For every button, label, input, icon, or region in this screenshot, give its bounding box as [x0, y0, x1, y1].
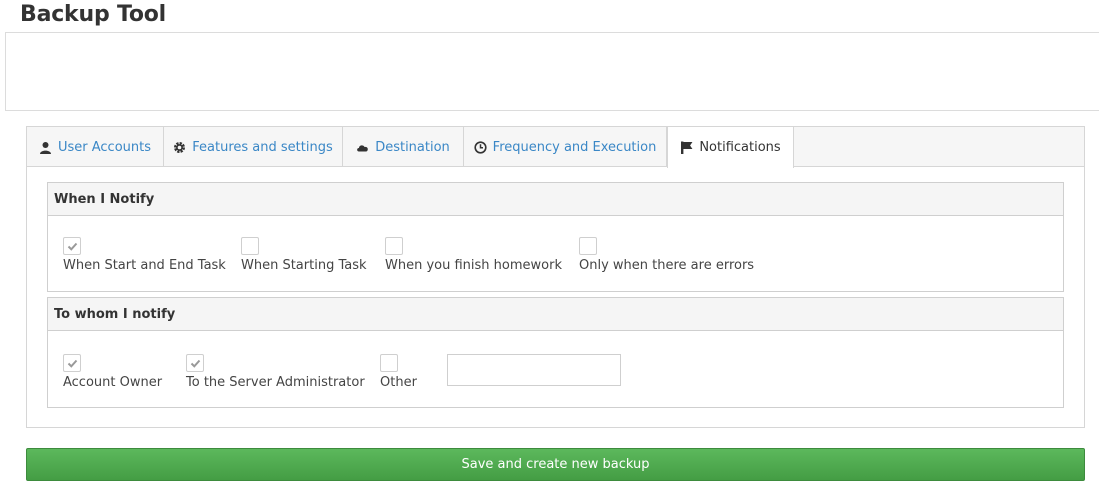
tab-notifications[interactable]: Notifications [667, 127, 794, 168]
tab-label: Features and settings [192, 139, 333, 155]
checkbox-finish-homework[interactable] [385, 237, 403, 255]
checkbox-account-owner[interactable] [63, 354, 81, 372]
option-label: To the Server Administrator [186, 375, 365, 390]
other-recipient-input[interactable] [447, 354, 621, 386]
checkbox-other[interactable] [380, 354, 398, 372]
cloud-icon [356, 141, 369, 154]
section-header: When I Notify [48, 183, 1063, 216]
option-label: Account Owner [63, 375, 163, 390]
tab-label: Notifications [699, 140, 781, 155]
checkbox-starting-task[interactable] [241, 237, 259, 255]
top-panel [5, 32, 1099, 111]
option-label: When Starting Task [241, 258, 367, 273]
tab-features-settings[interactable]: Features and settings [164, 127, 343, 167]
tab-frequency-execution[interactable]: Frequency and Execution [464, 127, 667, 167]
option-label: Other [380, 375, 417, 390]
tabs-container: User Accounts Features and settings Dest… [26, 126, 1085, 428]
gear-icon [173, 141, 186, 154]
check-icon [67, 359, 77, 368]
tab-label: User Accounts [57, 139, 152, 155]
option-label: When Start and End Task [63, 258, 226, 273]
checkbox-server-admin[interactable] [186, 354, 204, 372]
checkbox-start-end-task[interactable] [63, 237, 81, 255]
checkbox-only-errors[interactable] [579, 237, 597, 255]
to-whom-section: To whom I notify Account Owner To the Se… [47, 297, 1064, 408]
check-icon [67, 242, 77, 251]
tab-destination[interactable]: Destination [343, 127, 464, 167]
flag-icon [680, 141, 693, 154]
tab-label: Destination [375, 139, 450, 155]
when-notify-section: When I Notify When Start and End Task Wh… [47, 182, 1064, 292]
section-header: To whom I notify [48, 298, 1063, 331]
option-label: Only when there are errors [579, 258, 755, 273]
tab-user-accounts[interactable]: User Accounts [27, 127, 164, 167]
tab-bar: User Accounts Features and settings Dest… [27, 127, 1084, 168]
save-backup-button[interactable]: Save and create new backup [26, 448, 1085, 481]
user-icon [39, 141, 52, 154]
option-label: When you finish homework [385, 258, 562, 273]
page-title: Backup Tool [20, 2, 167, 27]
clock-icon [474, 140, 487, 154]
tab-label: Frequency and Execution [492, 139, 657, 155]
check-icon [190, 359, 200, 368]
